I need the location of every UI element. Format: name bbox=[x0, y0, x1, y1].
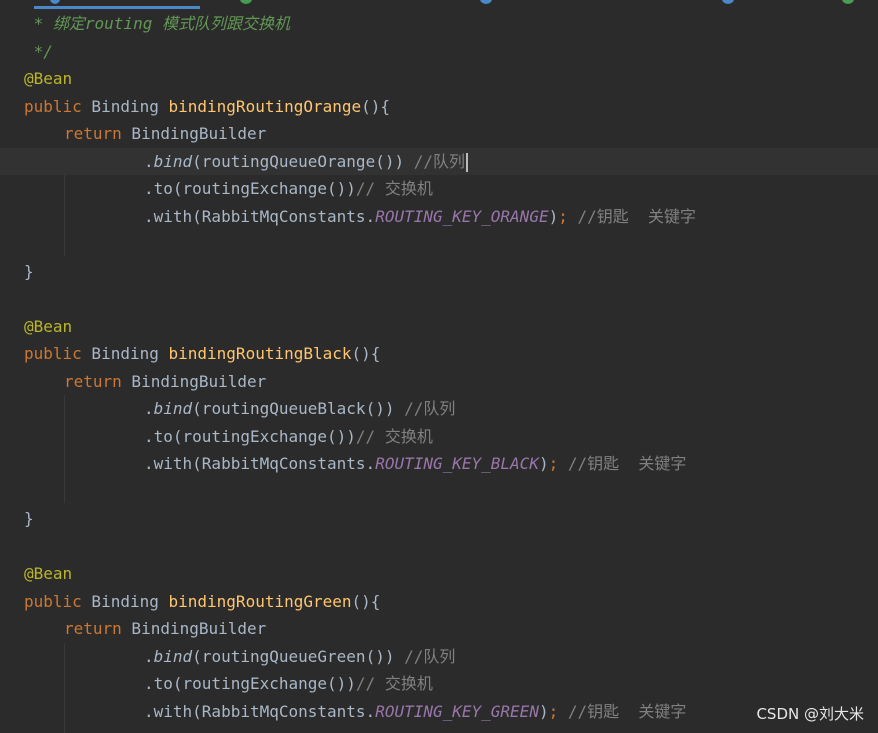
code-token: (){ bbox=[351, 591, 381, 611]
editor-tab-strip[interactable] bbox=[0, 0, 878, 9]
code-line[interactable]: .to(routingExchange())// 交换机 bbox=[0, 423, 878, 450]
code-token: (){ bbox=[351, 344, 381, 363]
method-call: bind bbox=[153, 151, 193, 171]
code-comment: //队列 bbox=[404, 646, 456, 666]
code-token: .to(routingExchange()) bbox=[144, 426, 356, 446]
code-line[interactable]: * 绑定routing 模式队列跟交换机 bbox=[0, 10, 878, 37]
code-comment: //钥匙 关键字 bbox=[567, 701, 687, 721]
tab-file-icon[interactable] bbox=[240, 0, 252, 4]
code-line[interactable] bbox=[0, 478, 878, 505]
annotation: @Bean bbox=[24, 316, 73, 336]
close-brace: } bbox=[24, 509, 34, 528]
code-comment: // 交换机 bbox=[355, 674, 433, 693]
method-call: bind bbox=[153, 646, 193, 666]
code-line[interactable]: .to(routingExchange())// 交换机 bbox=[0, 670, 878, 697]
method-name: bindingRoutingGreen bbox=[168, 591, 352, 611]
code-line[interactable]: public Binding bindingRoutingOrange(){ bbox=[0, 93, 878, 120]
code-comment: // 交换机 bbox=[355, 179, 433, 198]
code-comment: //队列 bbox=[404, 399, 456, 418]
constant: ROUTING_KEY_BLACK bbox=[375, 454, 539, 473]
code-line[interactable] bbox=[0, 230, 878, 257]
code-token: ; bbox=[548, 454, 559, 473]
code-line[interactable]: .with(RabbitMqConstants.ROUTING_KEY_BLAC… bbox=[0, 450, 878, 477]
code-line[interactable]: */ bbox=[0, 38, 878, 65]
code-line[interactable]: @Bean bbox=[0, 560, 878, 587]
keyword: return bbox=[64, 124, 122, 143]
code-line[interactable]: @Bean bbox=[0, 65, 878, 92]
code-comment: // 交换机 bbox=[355, 426, 433, 446]
code-comment: //钥匙 关键字 bbox=[567, 454, 687, 473]
tab-file-icon[interactable] bbox=[50, 0, 60, 4]
code-line[interactable]: } bbox=[0, 258, 878, 285]
constant: ROUTING_KEY_ORANGE bbox=[375, 206, 549, 226]
code-token: .to(routingExchange()) bbox=[144, 674, 356, 693]
tab-file-icon[interactable] bbox=[722, 0, 734, 4]
code-line[interactable]: .to(routingExchange())// 交换机 bbox=[0, 175, 878, 202]
code-token: (routingQueueBlack()) bbox=[192, 399, 395, 418]
code-line[interactable]: @Bean bbox=[0, 313, 878, 340]
code-line[interactable]: .with(RabbitMqConstants.ROUTING_KEY_ORAN… bbox=[0, 203, 878, 230]
code-line[interactable]: .with(RabbitMqConstants.ROUTING_KEY_GREE… bbox=[0, 698, 878, 725]
code-token: .to(routingExchange()) bbox=[144, 179, 356, 198]
keyword: public bbox=[24, 591, 82, 611]
code-line[interactable]: public Binding bindingRoutingBlack(){ bbox=[0, 340, 878, 367]
code-editor[interactable]: * 绑定routing 模式队列跟交换机 */ @Bean public Bindi… bbox=[0, 0, 878, 733]
class-name: BindingBuilder bbox=[121, 371, 267, 391]
doc-comment: */ bbox=[24, 41, 53, 61]
code-token: (routingQueueOrange()) bbox=[192, 151, 405, 171]
type-name: Binding bbox=[81, 344, 169, 363]
keyword: public bbox=[24, 96, 82, 116]
code-comment: //钥匙 关键字 bbox=[577, 206, 697, 226]
code-line[interactable] bbox=[0, 533, 878, 560]
code-token: .with(RabbitMqConstants. bbox=[144, 701, 376, 721]
code-token: ; bbox=[548, 701, 559, 721]
code-line[interactable]: .bind(routingQueueBlack()) //队列 bbox=[0, 395, 878, 422]
class-name: BindingBuilder bbox=[121, 124, 267, 143]
code-line[interactable] bbox=[0, 285, 878, 312]
code-token: ; bbox=[558, 206, 568, 226]
code-line[interactable]: return BindingBuilder bbox=[0, 368, 878, 395]
code-token: (){ bbox=[361, 96, 391, 116]
method-name: bindingRoutingBlack bbox=[168, 344, 352, 363]
annotation: @Bean bbox=[24, 564, 73, 583]
code-token: .with(RabbitMqConstants. bbox=[144, 454, 376, 473]
code-line[interactable]: return BindingBuilder bbox=[0, 615, 878, 642]
code-comment: //队列 bbox=[413, 151, 466, 171]
keyword: public bbox=[24, 344, 82, 363]
close-brace: } bbox=[24, 261, 34, 281]
code-line[interactable]: return BindingBuilder bbox=[0, 120, 878, 147]
type-name: Binding bbox=[81, 96, 169, 116]
doc-comment: * 绑定routing 模式队列跟交换机 bbox=[24, 14, 290, 33]
active-tab-indicator bbox=[34, 6, 200, 9]
keyword: return bbox=[64, 619, 122, 638]
method-name: bindingRoutingOrange bbox=[168, 96, 362, 116]
tab-file-icon[interactable] bbox=[480, 0, 492, 4]
code-token: .with(RabbitMqConstants. bbox=[144, 206, 376, 226]
constant: ROUTING_KEY_GREEN bbox=[375, 701, 539, 721]
type-name: Binding bbox=[81, 591, 169, 611]
class-name: BindingBuilder bbox=[121, 619, 267, 638]
code-line[interactable]: .bind(routingQueueOrange()) //队列 bbox=[0, 147, 878, 175]
keyword: return bbox=[64, 371, 122, 391]
watermark: CSDN @刘大米 bbox=[756, 705, 864, 723]
method-call: bind bbox=[153, 399, 193, 418]
code-line[interactable]: } bbox=[0, 505, 878, 532]
annotation: @Bean bbox=[24, 69, 73, 88]
tab-file-icon[interactable] bbox=[842, 0, 854, 4]
code-line[interactable]: .bind(routingQueueGreen()) //队列 bbox=[0, 643, 878, 670]
text-caret bbox=[466, 152, 469, 172]
code-line[interactable]: public Binding bindingRoutingGreen(){ bbox=[0, 588, 878, 615]
code-token: (routingQueueGreen()) bbox=[192, 646, 395, 666]
